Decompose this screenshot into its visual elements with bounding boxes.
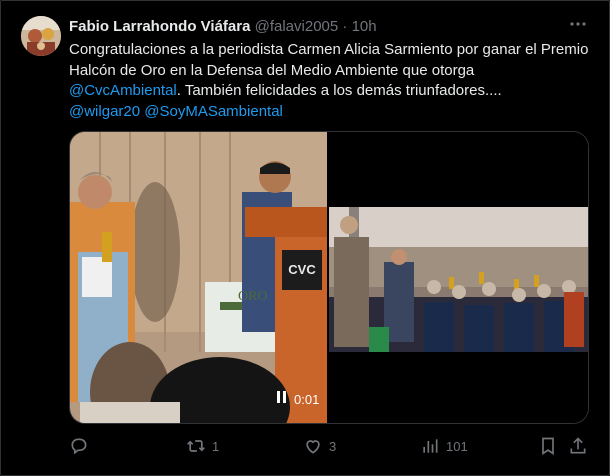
dot-separator: · bbox=[342, 18, 348, 35]
banner-text: ORO bbox=[238, 289, 268, 304]
like-count: 3 bbox=[329, 438, 337, 454]
tweet-header: Fabio Larrahondo Viáfara @falavi2005 · 1… bbox=[69, 18, 377, 35]
video-time: 0:01 bbox=[294, 392, 320, 407]
retweet-icon bbox=[186, 436, 206, 456]
views-button[interactable]: 101 bbox=[420, 436, 468, 456]
author-name[interactable]: Fabio Larrahondo Viáfara bbox=[69, 18, 250, 35]
like-button[interactable]: 3 bbox=[303, 436, 336, 456]
bookmark-icon bbox=[538, 436, 558, 456]
views-icon bbox=[420, 436, 440, 456]
video-player[interactable] bbox=[329, 132, 588, 423]
avatar[interactable] bbox=[21, 16, 61, 56]
mention-wilgar20[interactable]: @wilgar20 bbox=[69, 103, 140, 120]
author-handle[interactable]: @falavi2005 bbox=[255, 18, 339, 35]
media-grid: CVC ORO bbox=[69, 131, 589, 424]
award-photo[interactable]: CVC ORO bbox=[70, 132, 327, 423]
podium-sign: CVC bbox=[288, 262, 316, 277]
video-frame bbox=[329, 207, 588, 352]
reply-icon bbox=[69, 436, 89, 456]
share-button[interactable] bbox=[568, 436, 588, 456]
views-count: 101 bbox=[446, 438, 468, 454]
bookmark-button[interactable] bbox=[538, 436, 558, 456]
reply-button[interactable] bbox=[69, 436, 95, 456]
action-bar: 1 3 101 bbox=[0, 432, 610, 462]
retweet-count: 1 bbox=[212, 438, 220, 454]
like-icon bbox=[303, 436, 323, 456]
tweet-text-part1: Congratulaciones a la periodista Carmen … bbox=[69, 41, 589, 79]
share-icon bbox=[568, 436, 588, 456]
tweet-text-part2: . También felicidades a los demás triunf… bbox=[176, 82, 502, 99]
mention-soymasambiental[interactable]: @SoyMASambiental bbox=[144, 103, 283, 120]
pause-icon[interactable] bbox=[276, 390, 288, 409]
tweet-time[interactable]: 10h bbox=[352, 18, 377, 35]
retweet-button[interactable]: 1 bbox=[186, 436, 219, 456]
tweet-text: Congratulaciones a la periodista Carmen … bbox=[69, 40, 589, 122]
mention-cvcambiental[interactable]: @CvcAmbiental bbox=[69, 82, 177, 99]
more-icon[interactable] bbox=[566, 14, 590, 38]
